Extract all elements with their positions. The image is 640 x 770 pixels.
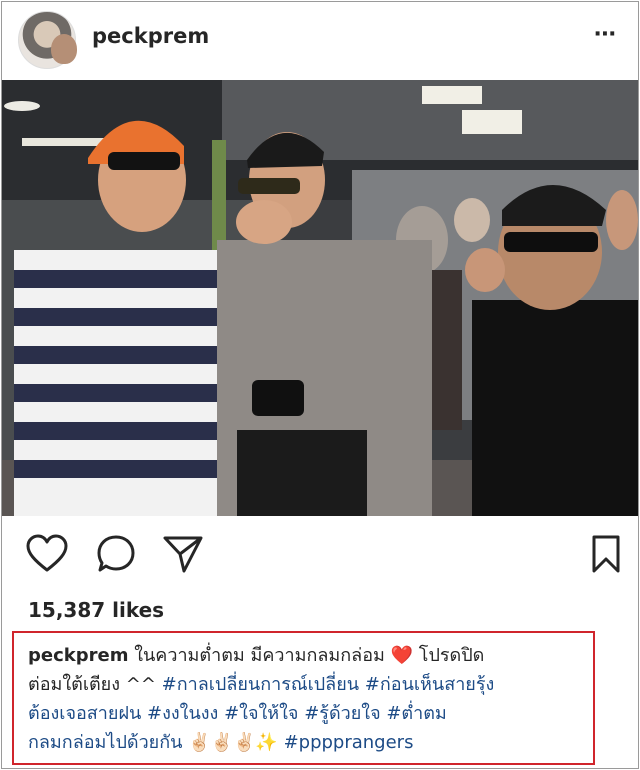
caption-line-2: ต่อมใต้เตียง ^^ #กาลเปลี่ยนการณ์เปลี่ยน … <box>28 670 588 699</box>
action-bar <box>2 526 638 586</box>
instagram-post: peckprem ⋯ 15,387 likes peckprem ในความต… <box>1 1 639 769</box>
send-icon[interactable] <box>162 534 204 578</box>
caption-text: ต่อมใต้เตียง ^^ <box>28 674 156 695</box>
caption-line-4: กลมกล่อมไปด้วยกัน ✌🏻✌🏻✌🏻✨ #pppprangers <box>28 728 588 757</box>
hashtag-link[interactable]: ต้องเจอสายฝน #งงในงง #ใจให้ใจ #รู้ด้วยใจ… <box>28 703 447 724</box>
hashtag-link[interactable]: #กาลเปลี่ยนการณ์เปลี่ยน #ก่อนเห็นสายรุ้ง <box>162 674 495 695</box>
photo-illustration <box>2 80 638 516</box>
caption-line-3: ต้องเจอสายฝน #งงในงง #ใจให้ใจ #รู้ด้วยใจ… <box>28 699 588 728</box>
heart-icon[interactable] <box>26 534 68 578</box>
peace-sparkle-emoji: ✌🏻✌🏻✌🏻✨ <box>188 732 278 753</box>
hashtag-link[interactable]: กลมกล่อมไปด้วยกัน <box>28 732 182 753</box>
caption-line-1: peckprem ในความต่ำตม มีความกลมกล่อม ❤️ โ… <box>28 641 588 670</box>
more-options-icon[interactable]: ⋯ <box>594 22 617 47</box>
caption-highlight: peckprem ในความต่ำตม มีความกลมกล่อม ❤️ โ… <box>12 631 595 765</box>
post-header: peckprem ⋯ <box>2 2 638 80</box>
post-photo[interactable] <box>2 80 638 516</box>
heart-emoji: ❤️ <box>390 645 414 666</box>
caption-username[interactable]: peckprem <box>28 645 128 666</box>
caption: peckprem ในความต่ำตม มีความกลมกล่อม ❤️ โ… <box>28 641 588 757</box>
avatar[interactable] <box>18 11 77 69</box>
caption-text: ในความต่ำตม มีความกลมกล่อม <box>134 645 385 666</box>
bookmark-icon[interactable] <box>590 534 622 578</box>
like-count[interactable]: 15,387 likes <box>28 598 164 622</box>
comment-icon[interactable] <box>96 534 136 578</box>
username[interactable]: peckprem <box>92 24 209 48</box>
caption-text-tail: โปรดปิด <box>418 645 485 666</box>
avatar-face <box>51 34 77 64</box>
hashtag-link[interactable]: #pppprangers <box>284 732 414 753</box>
